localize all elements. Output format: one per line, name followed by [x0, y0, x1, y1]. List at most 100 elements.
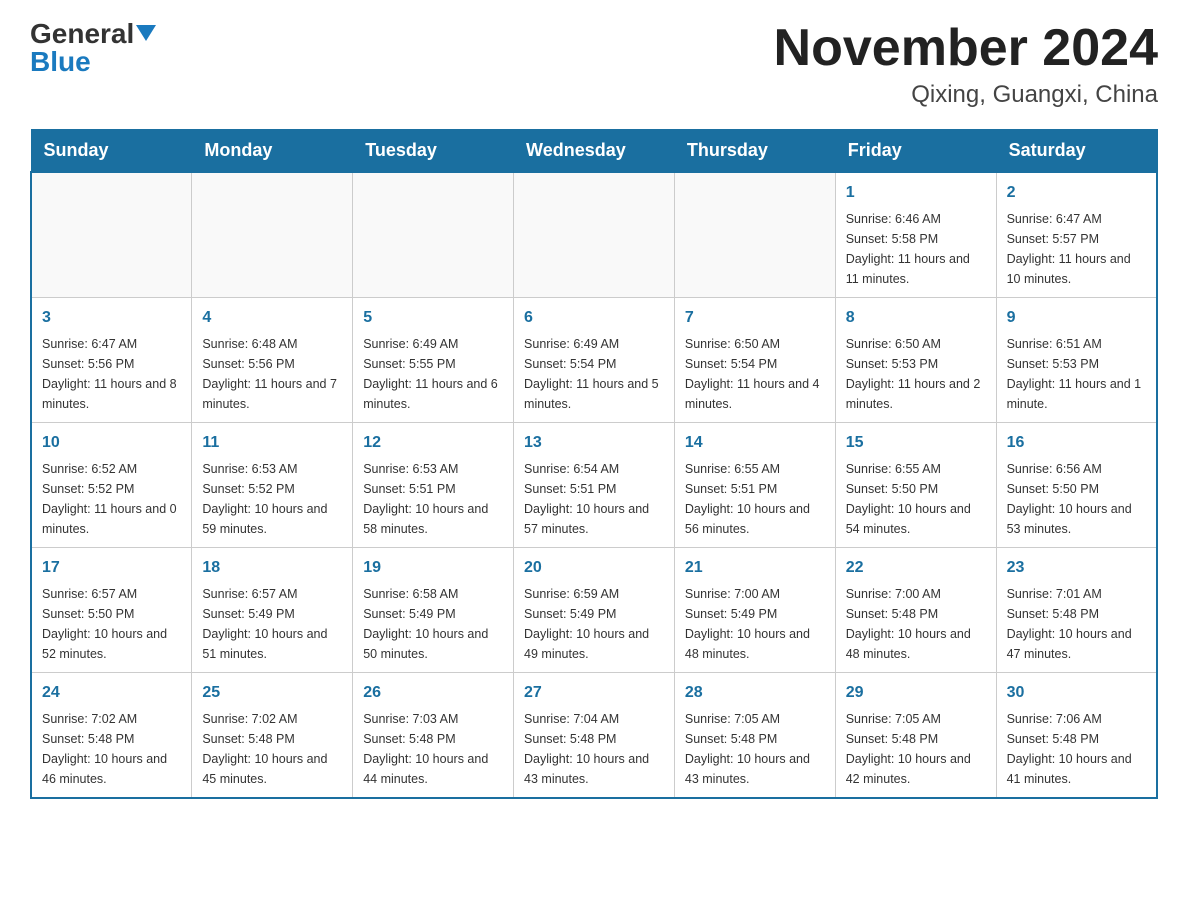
day-info: Sunrise: 6:53 AMSunset: 5:52 PMDaylight:… — [202, 459, 342, 539]
day-number: 25 — [202, 681, 342, 705]
calendar-day-cell — [31, 172, 192, 298]
day-info: Sunrise: 7:04 AMSunset: 5:48 PMDaylight:… — [524, 709, 664, 789]
calendar-day-cell: 2 Sunrise: 6:47 AMSunset: 5:57 PMDaylight… — [996, 172, 1157, 298]
calendar-title: November 2024 — [774, 20, 1158, 77]
calendar-day-cell: 25 Sunrise: 7:02 AMSunset: 5:48 PMDayligh… — [192, 673, 353, 799]
day-info: Sunrise: 7:02 AMSunset: 5:48 PMDaylight:… — [42, 709, 181, 789]
day-info: Sunrise: 6:54 AMSunset: 5:51 PMDaylight:… — [524, 459, 664, 539]
day-info: Sunrise: 6:46 AMSunset: 5:58 PMDaylight:… — [846, 209, 986, 289]
day-number: 5 — [363, 306, 503, 330]
day-number: 29 — [846, 681, 986, 705]
calendar-week-row: 1Sunrise: 6:46 AMSunset: 5:58 PMDaylight… — [31, 172, 1157, 298]
calendar-day-cell: 19Sunrise: 6:58 AMSunset: 5:49 PMDayligh… — [353, 548, 514, 673]
day-info: Sunrise: 7:00 AMSunset: 5:48 PMDaylight:… — [846, 584, 986, 664]
calendar-day-cell: 28 Sunrise: 7:05 AMSunset: 5:48 PMDayligh… — [674, 673, 835, 799]
logo-triangle-icon — [136, 25, 156, 41]
day-number: 4 — [202, 306, 342, 330]
calendar-day-cell: 12 Sunrise: 6:53 AMSunset: 5:51 PMDayligh… — [353, 423, 514, 548]
calendar-day-cell: 6 Sunrise: 6:49 AMSunset: 5:54 PMDaylight… — [514, 298, 675, 423]
calendar-day-cell: 4 Sunrise: 6:48 AMSunset: 5:56 PMDaylight… — [192, 298, 353, 423]
day-info: Sunrise: 6:55 AMSunset: 5:50 PMDaylight:… — [846, 459, 986, 539]
calendar-day-cell: 10 Sunrise: 6:52 AMSunset: 5:52 PMDayligh… — [31, 423, 192, 548]
day-number: 14 — [685, 431, 825, 455]
day-number: 30 — [1007, 681, 1146, 705]
day-info: Sunrise: 7:01 AMSunset: 5:48 PMDaylight:… — [1007, 584, 1146, 664]
calendar-title-area: November 2024 Qixing, Guangxi, China — [774, 20, 1158, 109]
calendar-day-cell: 30Sunrise: 7:06 AMSunset: 5:48 PMDayligh… — [996, 673, 1157, 799]
calendar-day-cell — [192, 172, 353, 298]
calendar-table: SundayMondayTuesdayWednesdayThursdayFrid… — [30, 129, 1158, 799]
calendar-week-row: 3 Sunrise: 6:47 AMSunset: 5:56 PMDaylight… — [31, 298, 1157, 423]
day-info: Sunrise: 6:56 AMSunset: 5:50 PMDaylight:… — [1007, 459, 1146, 539]
calendar-subtitle: Qixing, Guangxi, China — [774, 81, 1158, 109]
day-info: Sunrise: 6:52 AMSunset: 5:52 PMDaylight:… — [42, 459, 181, 539]
day-info: Sunrise: 6:53 AMSunset: 5:51 PMDaylight:… — [363, 459, 503, 539]
day-number: 7 — [685, 306, 825, 330]
day-number: 18 — [202, 556, 342, 580]
calendar-day-cell: 26 Sunrise: 7:03 AMSunset: 5:48 PMDayligh… — [353, 673, 514, 799]
day-info: Sunrise: 7:03 AMSunset: 5:48 PMDaylight:… — [363, 709, 503, 789]
day-info: Sunrise: 6:50 AMSunset: 5:54 PMDaylight:… — [685, 334, 825, 414]
day-info: Sunrise: 7:02 AMSunset: 5:48 PMDaylight:… — [202, 709, 342, 789]
day-info: Sunrise: 7:05 AMSunset: 5:48 PMDaylight:… — [846, 709, 986, 789]
calendar-day-cell: 5 Sunrise: 6:49 AMSunset: 5:55 PMDaylight… — [353, 298, 514, 423]
logo: General Blue — [30, 20, 156, 76]
calendar-day-cell: 15Sunrise: 6:55 AMSunset: 5:50 PMDayligh… — [835, 423, 996, 548]
day-number: 22 — [846, 556, 986, 580]
day-info: Sunrise: 6:59 AMSunset: 5:49 PMDaylight:… — [524, 584, 664, 664]
day-number: 26 — [363, 681, 503, 705]
calendar-day-cell: 9 Sunrise: 6:51 AMSunset: 5:53 PMDaylight… — [996, 298, 1157, 423]
day-of-week-header: Friday — [835, 130, 996, 173]
calendar-day-cell: 29 Sunrise: 7:05 AMSunset: 5:48 PMDayligh… — [835, 673, 996, 799]
day-of-week-header: Tuesday — [353, 130, 514, 173]
day-number: 6 — [524, 306, 664, 330]
day-of-week-header: Thursday — [674, 130, 835, 173]
calendar-day-cell: 1Sunrise: 6:46 AMSunset: 5:58 PMDaylight… — [835, 172, 996, 298]
day-number: 23 — [1007, 556, 1146, 580]
day-number: 9 — [1007, 306, 1146, 330]
day-number: 3 — [42, 306, 181, 330]
calendar-day-cell: 13 Sunrise: 6:54 AMSunset: 5:51 PMDayligh… — [514, 423, 675, 548]
day-of-week-header: Monday — [192, 130, 353, 173]
day-info: Sunrise: 6:49 AMSunset: 5:55 PMDaylight:… — [363, 334, 503, 414]
calendar-day-cell: 3 Sunrise: 6:47 AMSunset: 5:56 PMDaylight… — [31, 298, 192, 423]
calendar-week-row: 10 Sunrise: 6:52 AMSunset: 5:52 PMDayligh… — [31, 423, 1157, 548]
day-number: 13 — [524, 431, 664, 455]
calendar-day-cell: 23 Sunrise: 7:01 AMSunset: 5:48 PMDayligh… — [996, 548, 1157, 673]
day-info: Sunrise: 6:51 AMSunset: 5:53 PMDaylight:… — [1007, 334, 1146, 414]
day-info: Sunrise: 6:48 AMSunset: 5:56 PMDaylight:… — [202, 334, 342, 414]
calendar-day-cell: 7 Sunrise: 6:50 AMSunset: 5:54 PMDaylight… — [674, 298, 835, 423]
day-number: 2 — [1007, 181, 1146, 205]
day-info: Sunrise: 6:55 AMSunset: 5:51 PMDaylight:… — [685, 459, 825, 539]
day-info: Sunrise: 6:49 AMSunset: 5:54 PMDaylight:… — [524, 334, 664, 414]
day-of-week-header: Wednesday — [514, 130, 675, 173]
day-number: 28 — [685, 681, 825, 705]
page-header: General Blue November 2024 Qixing, Guang… — [30, 20, 1158, 109]
day-info: Sunrise: 7:05 AMSunset: 5:48 PMDaylight:… — [685, 709, 825, 789]
day-info: Sunrise: 6:57 AMSunset: 5:50 PMDaylight:… — [42, 584, 181, 664]
day-of-week-header: Sunday — [31, 130, 192, 173]
day-number: 12 — [363, 431, 503, 455]
day-number: 27 — [524, 681, 664, 705]
day-info: Sunrise: 6:57 AMSunset: 5:49 PMDaylight:… — [202, 584, 342, 664]
day-number: 17 — [42, 556, 181, 580]
day-info: Sunrise: 6:47 AMSunset: 5:56 PMDaylight:… — [42, 334, 181, 414]
day-number: 10 — [42, 431, 181, 455]
calendar-day-cell: 18 Sunrise: 6:57 AMSunset: 5:49 PMDayligh… — [192, 548, 353, 673]
day-number: 11 — [202, 431, 342, 455]
day-number: 24 — [42, 681, 181, 705]
calendar-day-cell: 21 Sunrise: 7:00 AMSunset: 5:49 PMDayligh… — [674, 548, 835, 673]
day-number: 20 — [524, 556, 664, 580]
calendar-day-cell: 16Sunrise: 6:56 AMSunset: 5:50 PMDayligh… — [996, 423, 1157, 548]
day-of-week-header: Saturday — [996, 130, 1157, 173]
calendar-day-cell: 22 Sunrise: 7:00 AMSunset: 5:48 PMDayligh… — [835, 548, 996, 673]
calendar-day-cell — [514, 172, 675, 298]
day-info: Sunrise: 6:50 AMSunset: 5:53 PMDaylight:… — [846, 334, 986, 414]
calendar-header-row: SundayMondayTuesdayWednesdayThursdayFrid… — [31, 130, 1157, 173]
logo-blue-text: Blue — [30, 48, 91, 76]
day-number: 21 — [685, 556, 825, 580]
calendar-day-cell: 8Sunrise: 6:50 AMSunset: 5:53 PMDaylight… — [835, 298, 996, 423]
day-info: Sunrise: 7:00 AMSunset: 5:49 PMDaylight:… — [685, 584, 825, 664]
day-info: Sunrise: 6:47 AMSunset: 5:57 PMDaylight:… — [1007, 209, 1146, 289]
day-info: Sunrise: 6:58 AMSunset: 5:49 PMDaylight:… — [363, 584, 503, 664]
